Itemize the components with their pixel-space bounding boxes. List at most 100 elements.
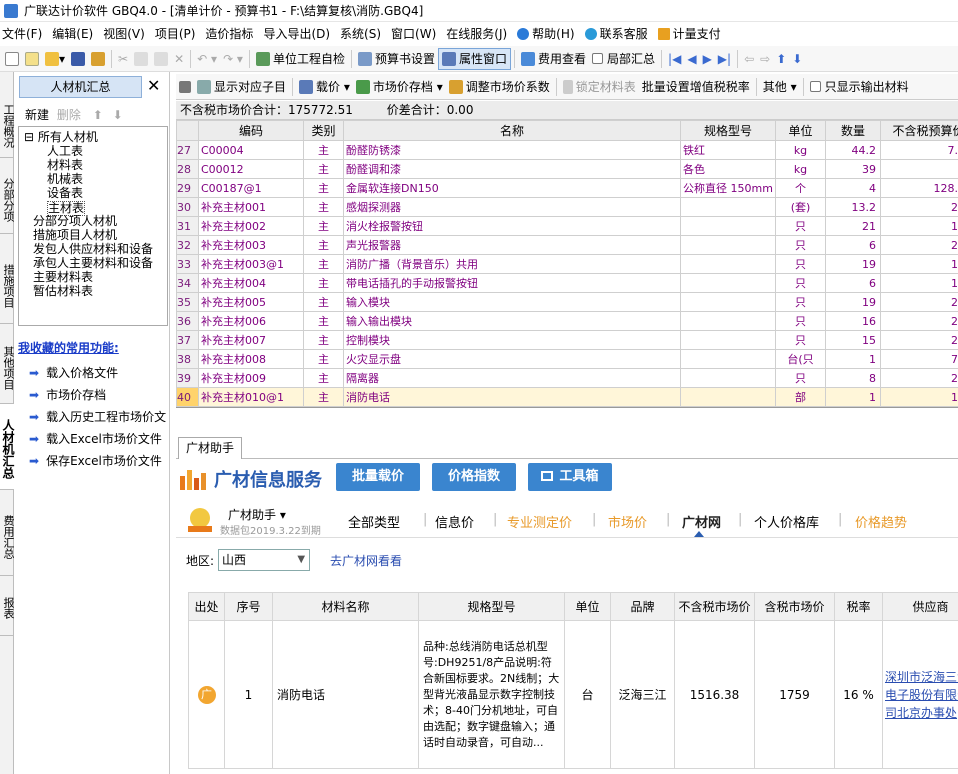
row-quantity[interactable]: 6 [825, 235, 881, 255]
open-button[interactable]: ▾ [42, 48, 68, 70]
fav-load-price-file[interactable]: ➡ 载入价格文件 [29, 364, 118, 381]
row-quantity[interactable]: 19 [825, 292, 881, 312]
col-supplier[interactable]: 供应商 [882, 592, 958, 621]
row-quantity[interactable]: 4 [825, 178, 881, 198]
col-spec[interactable]: 规格型号 [680, 120, 776, 141]
menu-window[interactable]: 窗口(W) [391, 25, 436, 42]
row-name[interactable]: 隔离器 [343, 368, 681, 388]
row-code[interactable]: 补充主材003 [198, 235, 304, 255]
grid-row[interactable]: 37补充主材007主控制模块 只15210 [176, 330, 958, 350]
row-category[interactable]: 主 [303, 216, 344, 236]
row-code[interactable]: 补充主材002 [198, 216, 304, 236]
nav-professional-price[interactable]: 专业测定价 [507, 512, 572, 531]
find-button[interactable] [176, 76, 194, 98]
row-category[interactable]: 主 [303, 349, 344, 369]
menu-help[interactable]: 帮助(H) [517, 25, 575, 42]
row-category[interactable]: 主 [303, 140, 344, 160]
tree-item-measures[interactable]: 措施项目人材机 [33, 229, 117, 242]
region-select[interactable]: 山西 ▼ [218, 549, 311, 571]
unit-check-button[interactable]: 单位工程自检 [253, 48, 348, 70]
row-budget-price[interactable]: 245 [880, 311, 958, 331]
row-name[interactable]: 消火栓报警按钮 [343, 216, 681, 236]
fav-load-excel[interactable]: ➡ 载入Excel市场价文件 [29, 430, 162, 447]
row-quantity[interactable]: 1 [825, 349, 881, 369]
row-quantity[interactable]: 44.2 [825, 140, 881, 160]
move-down-icon[interactable]: ⬇ [113, 108, 123, 122]
grid-row[interactable]: 38补充主材008主火灾显示盘 台(只1750 [176, 349, 958, 369]
row-category[interactable]: 主 [303, 368, 344, 388]
row-budget-price[interactable]: 210 [880, 330, 958, 350]
nav-personal-library[interactable]: 个人价格库 [754, 512, 819, 531]
row-unit[interactable]: kg [775, 140, 826, 160]
menu-customer-service[interactable]: 联系客服 [584, 25, 648, 42]
col-category[interactable]: 类别 [303, 120, 344, 141]
tree-item-main-list[interactable]: 主要材料表 [33, 271, 93, 284]
grid-row[interactable]: 32补充主材003主声光报警器 只6245 [176, 235, 958, 255]
go-gcw-link[interactable]: 去广材网看看 [330, 552, 402, 569]
row-name[interactable]: 金属软连接DN150 [343, 178, 681, 198]
row-budget-price[interactable]: 7.61 [880, 140, 958, 160]
col-name[interactable]: 名称 [343, 120, 681, 141]
paste-button[interactable] [151, 48, 171, 70]
row-quantity[interactable]: 6 [825, 273, 881, 293]
budget-settings-button[interactable]: 预算书设置 [355, 48, 438, 70]
row-budget-price[interactable]: 128.21 [880, 178, 958, 198]
row-spec[interactable] [680, 349, 776, 369]
row-spec[interactable]: 各色 [680, 159, 776, 179]
row-code[interactable]: 补充主材007 [198, 330, 304, 350]
row-budget-price[interactable]: 750 [880, 349, 958, 369]
col-material-name[interactable]: 材料名称 [272, 592, 419, 621]
row-unit[interactable]: 只 [775, 292, 826, 312]
assistant-name[interactable]: 广材助手 ▾ [228, 506, 286, 523]
grid-row[interactable]: 28C00012主酚醛调和漆各色kg3912 [176, 159, 958, 179]
row-code[interactable]: 补充主材005 [198, 292, 304, 312]
menu-edit[interactable]: 编辑(E) [52, 25, 93, 42]
grid-row[interactable]: 35补充主材005主输入模块 只19220 [176, 292, 958, 312]
row-budget-price[interactable]: 220 [880, 292, 958, 312]
tab-measures[interactable]: 措施项目 [0, 234, 15, 324]
row-category[interactable]: 主 [303, 197, 344, 217]
save-button[interactable] [68, 48, 88, 70]
row-quantity[interactable]: 19 [825, 254, 881, 274]
row-unit[interactable]: kg [775, 159, 826, 179]
row-quantity[interactable]: 16 [825, 311, 881, 331]
row-category[interactable]: 主 [303, 254, 344, 274]
row-name[interactable]: 声光报警器 [343, 235, 681, 255]
row-name[interactable]: 消防电话 [343, 387, 681, 407]
row-category[interactable]: 主 [303, 330, 344, 350]
menu-system[interactable]: 系统(S) [340, 25, 381, 42]
row-quantity[interactable]: 13.2 [825, 197, 881, 217]
row-spec[interactable] [680, 197, 776, 217]
new-file-button[interactable] [2, 48, 22, 70]
row-budget-price[interactable]: 235 [880, 368, 958, 388]
adjust-coef-button[interactable]: 调整市场价系数 [446, 76, 553, 98]
row-spec[interactable] [680, 235, 776, 255]
grid-row[interactable]: 27C00004主酚醛防锈漆铁红kg44.27.61 [176, 140, 958, 160]
tab-project-overview[interactable]: 工程概况 [0, 72, 15, 158]
delete-button[interactable]: ✕ [171, 48, 187, 70]
tree-item-equipment[interactable]: 设备表 [47, 187, 83, 200]
row-category[interactable]: 主 [303, 273, 344, 293]
row-unit[interactable]: 台(只 [775, 349, 826, 369]
row-name[interactable]: 带电话插孔的手动报警按钮 [343, 273, 681, 293]
market-archive-button[interactable]: 市场价存档 ▾ [353, 76, 446, 98]
row-name[interactable]: 酚醛调和漆 [343, 159, 681, 179]
col-budget-price[interactable]: 不含税预算价 [880, 120, 958, 141]
grid-row[interactable]: 30补充主材001主感烟探测器 (套)13.2225 [176, 197, 958, 217]
grid-row[interactable]: 36补充主材006主输入输出模块 只16245 [176, 311, 958, 331]
col-quantity[interactable]: 数量 [825, 120, 881, 141]
row-category[interactable]: 主 [303, 178, 344, 198]
row-category[interactable]: 主 [303, 311, 344, 331]
toolbox-button[interactable]: 工具箱 [528, 463, 612, 491]
row-spec[interactable]: 公称直径 150mm [680, 178, 776, 198]
row-name[interactable]: 控制模块 [343, 330, 681, 350]
row-spec[interactable]: 铁红 [680, 140, 776, 160]
row-budget-price[interactable]: 165 [880, 216, 958, 236]
row-spec[interactable] [680, 254, 776, 274]
grid-row[interactable]: 29C00187@1主金属软连接DN150公称直径 150mm个4128.21 [176, 178, 958, 198]
tree-item-labor[interactable]: 人工表 [47, 145, 83, 158]
next-button[interactable]: ▶ [700, 48, 715, 70]
row-name[interactable]: 消防广播（背景音乐）共用 [343, 254, 681, 274]
row-code[interactable]: C00012 [198, 159, 304, 179]
tree-item-sections[interactable]: 分部分项人材机 [33, 215, 117, 228]
